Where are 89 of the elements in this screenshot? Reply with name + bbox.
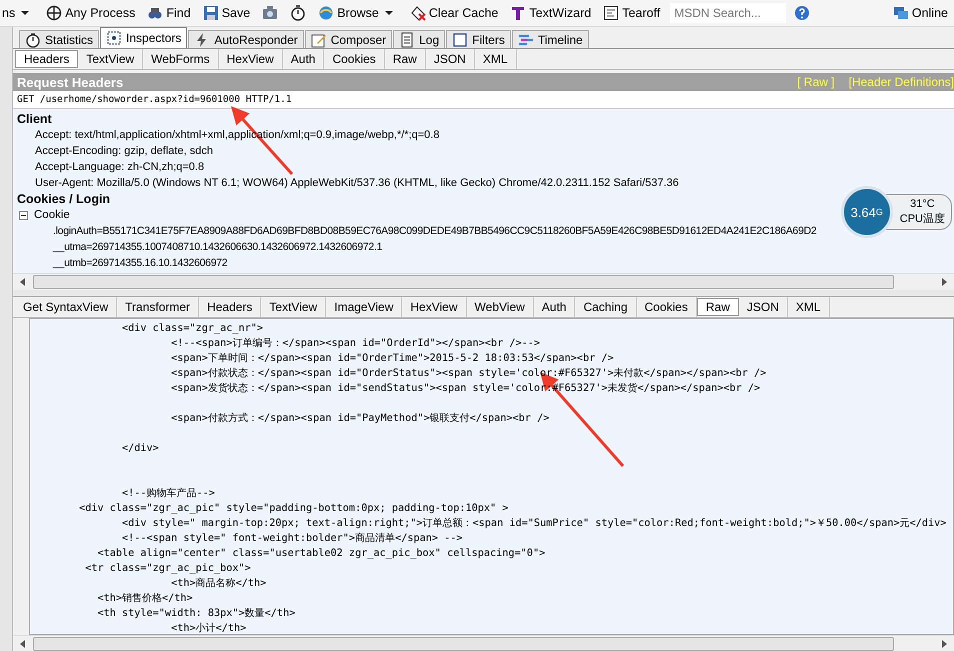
clear-icon [410, 5, 426, 21]
online-button[interactable]: Online [890, 4, 950, 22]
header-item: Accept-Language: zh-CN,zh;q=0.8 [34, 160, 204, 175]
cookie-value: .loginAuth=B55171C341E75F7EA8909A88FD6AD69BFD8BD08B59EC76A98C099DEDE49B7BB5496CC9C5118260BF5A59E426C98BE5D91612ED4A241E2C186A69D2 [52, 224, 816, 239]
browse-icon [318, 5, 334, 21]
code-line: <!--<span style=" font-weight:bolder">商品清单</span> --> [121, 532, 464, 546]
temperature-label: CPU温度 [900, 212, 945, 227]
code-line: <table align="center" class="usertable02 zgr_ac_pic_box" cellspacing="0"> [96, 547, 546, 561]
temperature-value: 31°C [909, 197, 936, 212]
tab-icon [399, 32, 416, 48]
tab[interactable]: XML [788, 297, 830, 317]
code-line: <th>销售价格</th> [96, 592, 194, 606]
wizard-icon [510, 5, 526, 21]
tree-item[interactable]: Cookie [34, 207, 70, 223]
tab[interactable]: Statistics [19, 30, 100, 48]
tab[interactable]: Raw [696, 298, 739, 316]
toolbar-button[interactable]: TextWizard [508, 4, 594, 22]
collapse-icon[interactable] [19, 210, 28, 220]
tab[interactable]: Auth [282, 49, 324, 69]
tab[interactable]: HexView [402, 297, 467, 317]
horizontal-scrollbar[interactable] [13, 273, 954, 290]
toolbar-button[interactable]: Clear Cache [408, 4, 500, 22]
tab-icon [25, 32, 41, 48]
scroll-left-icon[interactable] [19, 278, 27, 286]
tab[interactable]: TextView [78, 49, 144, 69]
tab[interactable]: Inspectors [100, 27, 188, 48]
code-line: <!--购物车产品--> [121, 486, 216, 501]
tab[interactable]: TextView [261, 297, 326, 317]
code-line: <span>下单时间：</span><span id="OrderTime">2015-5-2 18:03:53</span><br /> [170, 352, 615, 366]
toolbar-button[interactable]: Any Process [44, 4, 138, 22]
code-line: <th style="width: 83px">数量</th> [96, 607, 296, 621]
tab[interactable]: Composer [304, 30, 392, 48]
tab[interactable]: Get SyntaxView [15, 297, 118, 317]
tab[interactable]: Log [393, 30, 446, 48]
code-line: <div class="zgr_ac_pic" style="padding-bottom:0px; padding-top:10px" > [78, 502, 510, 516]
tab[interactable]: Caching [575, 297, 636, 317]
tab-icon [452, 32, 468, 48]
tab[interactable]: JSON [426, 49, 475, 69]
scroll-right-icon[interactable] [940, 278, 948, 286]
toolbar-button[interactable]: Save [200, 4, 252, 22]
group-title: Client [17, 111, 52, 127]
header-item: User-Agent: Mozilla/5.0 (Windows NT 6.1; WOW64) AppleWebKit/537.36 (KHTML, like Gecko) Chrome/42.0.2311.152 Safari/537.36 [34, 176, 679, 191]
toolbar-button[interactable]: Tearoff [601, 4, 662, 22]
code-line: <span>付款状态：</span><span id="OrderStatus"><span style='color:#F65327'>未付款</span></span><br /> [170, 366, 768, 381]
tab[interactable]: Filters [446, 30, 511, 48]
tab[interactable]: XML [474, 49, 517, 69]
cookie-value: __utmb=269714355.16.10.1432606972 [52, 256, 228, 271]
save-icon [202, 5, 219, 21]
section-title: Request Headers [17, 74, 124, 90]
toolbar-button[interactable]: Browse [316, 4, 400, 22]
find-icon [147, 5, 164, 21]
tab[interactable]: JSON [738, 297, 788, 317]
network-icon [892, 5, 909, 21]
code-line: <tr class="zgr_ac_pic_box"> [84, 562, 252, 576]
scroll-right-icon[interactable] [940, 640, 948, 648]
scroll-left-icon[interactable] [19, 640, 27, 648]
target-icon [46, 5, 62, 21]
horizontal-scrollbar[interactable] [13, 635, 954, 651]
cookie-value: __utma=269714355.1007408710.1432606630.1432606972.1432606972.1 [52, 240, 382, 255]
tab[interactable]: Transformer [117, 297, 200, 317]
code-line: <div class="zgr_ac_nr"> [121, 322, 264, 336]
tab[interactable]: HexView [218, 49, 283, 69]
tab[interactable]: Raw [384, 49, 426, 69]
tab[interactable]: Cookies [324, 49, 385, 69]
tab[interactable]: ImageView [326, 297, 402, 317]
tab-icon [310, 32, 327, 48]
timer-icon [290, 5, 306, 21]
code-line: <div style=" margin-top:20px; text-align:right;">订单总额：<span id="SumPrice" style="color:Red;font-weight:bold;">￥50.00</span>元</div> [121, 516, 948, 531]
menu-button[interactable]: ns [0, 4, 36, 22]
toolbar-button[interactable]: Find [145, 4, 193, 22]
tab[interactable]: Timeline [512, 30, 589, 48]
tearoff-icon [603, 5, 620, 21]
help-icon[interactable] [794, 5, 810, 21]
tab[interactable]: Auth [534, 297, 576, 317]
tab[interactable]: Headers [199, 297, 262, 317]
tab[interactable]: WebView [466, 297, 534, 317]
header-item: Accept-Encoding: gzip, deflate, sdch [34, 144, 213, 159]
group-title: Cookies / Login [17, 191, 110, 207]
code-line: <span>付款方式：</span><span id="PayMethod">银联支付</span><br /> [170, 412, 550, 426]
tab[interactable]: Headers [15, 50, 78, 68]
code-line: </div> [121, 442, 160, 456]
code-line: <th>商品名称</th> [170, 576, 268, 591]
code-line: <th>小计</th> [170, 622, 248, 634]
search-field[interactable]: MSDN Search... [670, 3, 786, 23]
code-line: <!--<span>订单编号：</span><span id="OrderId"></span><br />--> [170, 336, 542, 351]
tab[interactable]: AutoResponder [188, 30, 304, 48]
camera-icon [262, 5, 278, 21]
tab-icon [106, 30, 122, 46]
tab[interactable]: WebForms [143, 49, 219, 69]
